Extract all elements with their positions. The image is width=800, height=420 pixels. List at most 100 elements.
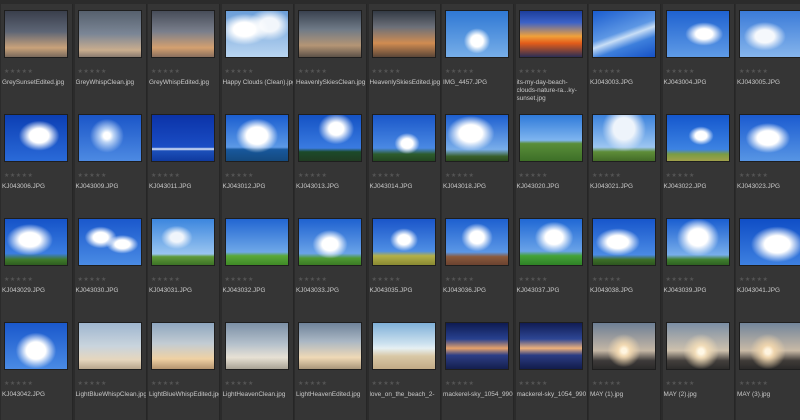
thumbnail-item[interactable]: ★★★★★ KJ043022.JPG: [662, 108, 735, 212]
thumbnail-item[interactable]: ★★★★★ GreyWhispClean.jpg: [74, 4, 147, 108]
thumbnail-item[interactable]: ★★★★★ KJ043018.JPG: [442, 108, 514, 212]
star-rating[interactable]: ★★★★★: [151, 68, 180, 75]
star-rating[interactable]: ★★★★★: [4, 68, 33, 75]
thumbnail-image[interactable]: [5, 323, 67, 369]
thumbnail-image[interactable]: [666, 115, 729, 161]
thumbnail-image[interactable]: [666, 11, 729, 57]
thumbnail-item[interactable]: ★★★★★ love_on_the_beach_2-: [368, 316, 441, 420]
thumbnail-item[interactable]: ★★★★★ KJ043039.JPG: [662, 212, 735, 316]
star-rating[interactable]: ★★★★★: [445, 276, 474, 283]
star-rating[interactable]: ★★★★★: [519, 68, 548, 75]
thumbnail-item[interactable]: ★★★★★ KJ043013.JPG: [295, 108, 367, 212]
star-rating[interactable]: ★★★★★: [739, 380, 768, 387]
thumbnail-image[interactable]: [78, 11, 141, 57]
star-rating[interactable]: ★★★★★: [739, 276, 768, 283]
star-rating[interactable]: ★★★★★: [4, 380, 33, 387]
thumbnail-item[interactable]: ★★★★★ LightHeavenEdited.jpg: [295, 316, 367, 420]
thumbnail-image[interactable]: [299, 323, 361, 369]
thumbnail-item[interactable]: ★★★★★ KJ043011.JPG: [148, 108, 220, 212]
star-rating[interactable]: ★★★★★: [372, 172, 401, 179]
thumbnail-item[interactable]: ★★★★★ KJ043033.JPG: [295, 212, 367, 316]
thumbnail-item[interactable]: ★★★★★ KJ043038.JPG: [589, 212, 661, 316]
thumbnail-item[interactable]: ★★★★★ KJ043031.JPG: [148, 212, 220, 316]
thumbnail-item[interactable]: ★★★★★ KJ043037.JPG: [515, 212, 588, 316]
thumbnail-item[interactable]: ★★★★★ KJ043041.JPG: [736, 212, 800, 316]
thumbnail-image[interactable]: [299, 11, 361, 57]
star-rating[interactable]: ★★★★★: [372, 68, 401, 75]
thumbnail-item[interactable]: ★★★★★ HeavenlySkiesClean.jpg: [295, 4, 367, 108]
thumbnail-image[interactable]: [78, 219, 141, 265]
star-rating[interactable]: ★★★★★: [739, 68, 768, 75]
thumbnail-image[interactable]: [78, 323, 141, 369]
star-rating[interactable]: ★★★★★: [225, 380, 254, 387]
thumbnail-image[interactable]: [299, 219, 361, 265]
thumbnail-image[interactable]: [372, 115, 435, 161]
thumbnail-item[interactable]: ★★★★★ mackerel-sky_1054_990: [515, 316, 588, 420]
star-rating[interactable]: ★★★★★: [372, 276, 401, 283]
thumbnail-item[interactable]: ★★★★★ KJ043005.JPG: [736, 4, 800, 108]
thumbnail-image[interactable]: [446, 11, 508, 57]
thumbnail-item[interactable]: ★★★★★ LightBlueWhispClean.jpg: [74, 316, 147, 420]
star-rating[interactable]: ★★★★★: [666, 172, 695, 179]
star-rating[interactable]: ★★★★★: [592, 68, 621, 75]
star-rating[interactable]: ★★★★★: [78, 172, 107, 179]
star-rating[interactable]: ★★★★★: [666, 380, 695, 387]
thumbnail-image[interactable]: [740, 219, 800, 265]
thumbnail-image[interactable]: [152, 115, 214, 161]
thumbnail-image[interactable]: [152, 323, 214, 369]
star-rating[interactable]: ★★★★★: [225, 276, 254, 283]
thumbnail-image[interactable]: [593, 11, 655, 57]
star-rating[interactable]: ★★★★★: [298, 172, 327, 179]
star-rating[interactable]: ★★★★★: [519, 172, 548, 179]
thumbnail-image[interactable]: [372, 219, 435, 265]
thumbnail-image[interactable]: [225, 11, 288, 57]
star-rating[interactable]: ★★★★★: [298, 276, 327, 283]
thumbnail-image[interactable]: [372, 11, 435, 57]
thumbnail-item[interactable]: ★★★★★ KJ043006.JPG: [1, 108, 73, 212]
thumbnail-image[interactable]: [593, 323, 655, 369]
thumbnail-item[interactable]: ★★★★★ KJ043020.JPG: [515, 108, 588, 212]
thumbnail-image[interactable]: [593, 219, 655, 265]
thumbnail-item[interactable]: ★★★★★ LightHeavenClean.jpg: [221, 316, 294, 420]
thumbnail-item[interactable]: ★★★★★ LightBlueWhispEdited.jpg: [148, 316, 220, 420]
thumbnail-image[interactable]: [372, 323, 435, 369]
star-rating[interactable]: ★★★★★: [739, 172, 768, 179]
star-rating[interactable]: ★★★★★: [519, 380, 548, 387]
star-rating[interactable]: ★★★★★: [666, 276, 695, 283]
thumbnail-item[interactable]: ★★★★★ GreySunsetEdited.jpg: [1, 4, 73, 108]
star-rating[interactable]: ★★★★★: [225, 68, 254, 75]
thumbnail-item[interactable]: ★★★★★ KJ043004.JPG: [662, 4, 735, 108]
thumbnail-image[interactable]: [519, 219, 582, 265]
thumbnail-image[interactable]: [666, 219, 729, 265]
star-rating[interactable]: ★★★★★: [151, 276, 180, 283]
thumbnail-image[interactable]: [446, 115, 508, 161]
star-rating[interactable]: ★★★★★: [592, 276, 621, 283]
star-rating[interactable]: ★★★★★: [151, 380, 180, 387]
thumbnail-item[interactable]: ★★★★★ mackerel-sky_1054_990: [442, 316, 514, 420]
thumbnail-item[interactable]: ★★★★★ KJ043003.JPG: [589, 4, 661, 108]
thumbnail-item[interactable]: ★★★★★ KJ043012.JPG: [221, 108, 294, 212]
star-rating[interactable]: ★★★★★: [78, 68, 107, 75]
star-rating[interactable]: ★★★★★: [592, 172, 621, 179]
star-rating[interactable]: ★★★★★: [666, 68, 695, 75]
thumbnail-item[interactable]: ★★★★★ HeavenlySkiesEdited.jpg: [368, 4, 441, 108]
thumbnail-item[interactable]: ★★★★★ KJ043036.JPG: [442, 212, 514, 316]
star-rating[interactable]: ★★★★★: [225, 172, 254, 179]
thumbnail-image[interactable]: [299, 115, 361, 161]
thumbnail-item[interactable]: ★★★★★ KJ043032.JPG: [221, 212, 294, 316]
thumbnail-image[interactable]: [740, 323, 800, 369]
thumbnail-item[interactable]: ★★★★★ KJ043021.JPG: [589, 108, 661, 212]
thumbnail-image[interactable]: [225, 219, 288, 265]
thumbnail-item[interactable]: ★★★★★ KJ043014.JPG: [368, 108, 441, 212]
thumbnail-image[interactable]: [5, 115, 67, 161]
thumbnail-item[interactable]: ★★★★★ MAY (3).jpg: [736, 316, 800, 420]
star-rating[interactable]: ★★★★★: [4, 172, 33, 179]
thumbnail-item[interactable]: ★★★★★ KJ043029.JPG: [1, 212, 73, 316]
thumbnail-image[interactable]: [519, 11, 582, 57]
thumbnail-image[interactable]: [225, 115, 288, 161]
star-rating[interactable]: ★★★★★: [445, 380, 474, 387]
star-rating[interactable]: ★★★★★: [592, 380, 621, 387]
thumbnail-image[interactable]: [740, 11, 800, 57]
thumbnail-image[interactable]: [593, 115, 655, 161]
thumbnail-image[interactable]: [740, 115, 800, 161]
